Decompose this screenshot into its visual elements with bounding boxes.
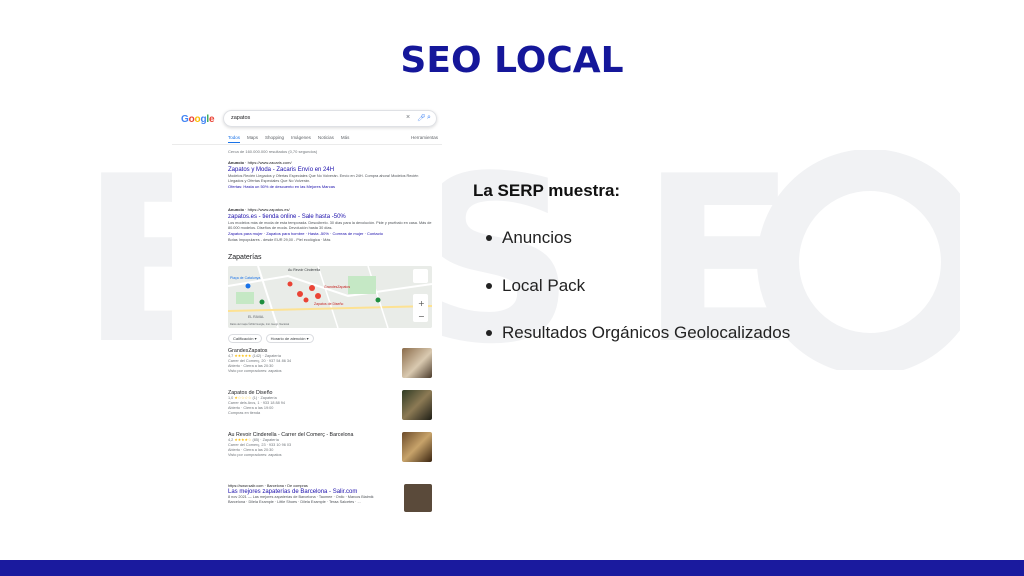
tab-todos[interactable]: Todos [228,135,241,143]
clear-icon[interactable]: × [406,114,410,121]
map-label: Plaça de Catalunya [230,276,261,280]
search-icon[interactable]: ⌕ [427,114,431,122]
map-label: Au Revoir Cinderella [288,268,321,272]
ad-title-link[interactable]: zapatos.es - tienda online - Sale hasta … [228,214,433,220]
ad-label-line: Anuncio · https://www.zacaris.com/ [228,160,292,165]
business-photo[interactable] [402,390,432,420]
organic-result: https://www.salir.com · Barcelona › De c… [228,484,432,512]
slide-title: SEO LOCAL [400,40,624,81]
filter-rating[interactable]: Calificación ▾ [228,334,262,343]
result-stats: Cerca de 160.000.000 resultados (0,70 se… [228,149,318,154]
ad-result: Anuncio · https://www.zacaris.com/ Zapat… [228,160,433,190]
ad-result: Anuncio · https://www.zapatos.es/ zapato… [228,207,433,243]
map-footer: Datos del mapa ©2022 Google, Inst. Geogr… [230,323,290,326]
organic-url[interactable]: https://www.salir.com · Barcelona › De c… [228,484,432,488]
serp-screenshot: Google zapatos × 🎤︎ ⌕ Todos Maps Shoppin… [172,106,442,518]
map-label: EL RAVAL [248,315,265,319]
business-photo[interactable] [402,432,432,462]
bullet-item: Local Pack [486,276,790,324]
business-photo[interactable] [402,348,432,378]
tab-noticias[interactable]: Noticias [318,135,334,143]
bullet-item: Anuncios [486,228,790,276]
organic-links[interactable]: Barcelona · Dilela Example · Little Shoe… [228,500,432,505]
ad-description: Modelos Recién Llegados y Ofertas Especi… [228,174,419,184]
tools-button[interactable]: Herramientas [411,135,438,143]
svg-text:+: + [418,299,425,308]
local-filters: Calificación ▾ Horario de atención ▾ [228,334,314,343]
ad-extra: Botas Impopulares - desde EUR 29,00 - Pi… [228,237,331,242]
divider [172,144,442,145]
mic-icon[interactable]: 🎤︎ [417,114,426,122]
tab-shopping[interactable]: Shopping [265,135,284,143]
ad-description: Los modelos más de moda de esta temporad… [228,221,432,231]
tab-imagenes[interactable]: Imágenes [291,135,311,143]
map-label: GrandesZapatos [324,285,351,289]
ad-label-line: Anuncio · https://www.zapatos.es/ [228,207,290,212]
map-label: Zapatos de Diseño [314,302,344,306]
local-business[interactable]: Zapatos de Diseño 1,0 ★☆☆☆☆ (1) · Zapate… [228,390,432,424]
svg-text:−: − [418,312,425,321]
organic-thumbnail[interactable] [404,484,432,512]
ad-title-link[interactable]: Zapatos y Moda - Zacaris Envío en 24H [228,167,433,173]
search-box[interactable]: zapatos × 🎤︎ ⌕ [223,110,437,127]
bullet-item: Resultados Orgánicos Geolocalizados [486,323,790,371]
ad-sitelinks[interactable]: Ofertas: Hasta un 50% de descuento en la… [228,184,433,189]
search-query: zapatos [231,115,251,121]
serp-heading: La SERP muestra: [473,181,621,200]
ad-sitelinks[interactable]: Zapatos para mujer · Zapatos para hombre… [228,231,433,236]
feature-list: Anuncios Local Pack Resultados Orgánicos… [486,228,790,371]
local-business[interactable]: Au Revoir Cinderella - Carrer del Comerç… [228,432,432,466]
search-tabs: Todos Maps Shopping Imágenes Noticias Má… [228,135,438,143]
bottom-bar [0,560,1024,576]
tab-mas[interactable]: Más [341,135,350,143]
local-pack-title: Zapaterías [228,254,262,261]
filter-hours[interactable]: Horario de atención ▾ [265,334,314,343]
tab-maps[interactable]: Maps [247,135,258,143]
local-pack-map[interactable]: + − Au Revoir Cinderella GrandesZapatos … [228,266,432,328]
local-business[interactable]: GrandesZapatos 4,7 ★★★★★ (142) · Zapater… [228,348,432,382]
google-logo: Google [181,114,215,125]
